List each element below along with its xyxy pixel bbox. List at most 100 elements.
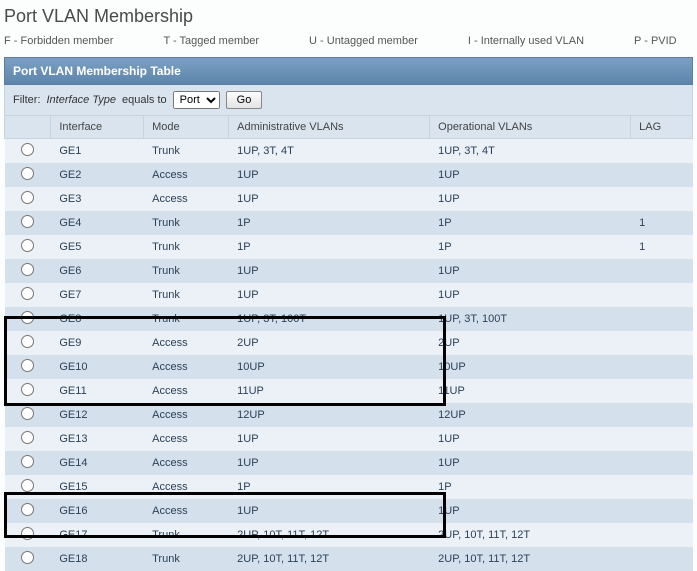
filter-label: Filter: (13, 94, 41, 106)
legend-untagged: U - Untagged member (309, 35, 418, 47)
cell-lag (631, 499, 693, 523)
cell-oper: 2UP, 10T, 11T, 12T (430, 547, 631, 571)
row-select-cell (5, 547, 51, 571)
cell-admin: 2UP, 10T, 11T, 12T (229, 523, 430, 547)
cell-mode: Access (144, 355, 229, 379)
row-select-cell (5, 403, 51, 427)
cell-oper: 1P (430, 235, 631, 259)
cell-mode: Access (144, 379, 229, 403)
cell-lag (631, 187, 693, 211)
row-select-radio[interactable] (21, 551, 34, 564)
cell-interface: GE2 (51, 163, 144, 187)
row-select-radio[interactable] (21, 503, 34, 516)
row-select-radio[interactable] (21, 263, 34, 276)
cell-interface: GE12 (51, 403, 144, 427)
table-row[interactable]: GE11Access11UP11UP (5, 379, 693, 403)
table-row[interactable]: GE3Access1UP1UP (5, 187, 693, 211)
legend-tagged: T - Tagged member (163, 35, 259, 47)
cell-lag (631, 427, 693, 451)
cell-lag (631, 283, 693, 307)
row-select-radio[interactable] (21, 215, 34, 228)
legend-row: F - Forbidden member T - Tagged member U… (0, 35, 697, 57)
cell-lag (631, 355, 693, 379)
cell-mode: Trunk (144, 523, 229, 547)
row-select-cell (5, 499, 51, 523)
row-select-radio[interactable] (21, 143, 34, 156)
col-header-interface: Interface (51, 116, 144, 139)
row-select-radio[interactable] (21, 479, 34, 492)
cell-lag (631, 403, 693, 427)
cell-interface: GE10 (51, 355, 144, 379)
cell-lag: 1 (631, 211, 693, 235)
table-row[interactable]: GE2Access1UP1UP (5, 163, 693, 187)
row-select-radio[interactable] (21, 191, 34, 204)
cell-oper: 2UP (430, 331, 631, 355)
row-select-radio[interactable] (21, 311, 34, 324)
cell-admin: 2UP (229, 331, 430, 355)
cell-interface: GE4 (51, 211, 144, 235)
table-row[interactable]: GE7Trunk1UP1UP (5, 283, 693, 307)
table-row[interactable]: GE8Trunk1UP, 3T, 100T1UP, 3T, 100T (5, 307, 693, 331)
table-row[interactable]: GE13Access1UP1UP (5, 427, 693, 451)
cell-lag (631, 475, 693, 499)
table-row[interactable]: GE15Access1P1P (5, 475, 693, 499)
cell-admin: 1UP (229, 187, 430, 211)
cell-mode: Access (144, 187, 229, 211)
col-header-oper: Operational VLANs (430, 116, 631, 139)
table-row[interactable]: GE18Trunk2UP, 10T, 11T, 12T2UP, 10T, 11T… (5, 547, 693, 571)
cell-mode: Trunk (144, 139, 229, 164)
cell-interface: GE8 (51, 307, 144, 331)
row-select-radio[interactable] (21, 407, 34, 420)
table-row[interactable]: GE9Access2UP2UP (5, 331, 693, 355)
cell-admin: 1P (229, 475, 430, 499)
col-header-lag: LAG (631, 116, 693, 139)
cell-lag: 1 (631, 235, 693, 259)
table-row[interactable]: GE12Access12UP12UP (5, 403, 693, 427)
legend-pvid: P - PVID (634, 35, 677, 47)
row-select-radio[interactable] (21, 335, 34, 348)
cell-mode: Access (144, 163, 229, 187)
cell-admin: 1P (229, 211, 430, 235)
row-select-cell (5, 259, 51, 283)
cell-interface: GE1 (51, 139, 144, 164)
cell-mode: Trunk (144, 211, 229, 235)
table-row[interactable]: GE5Trunk1P1P1 (5, 235, 693, 259)
col-header-select (5, 116, 51, 139)
cell-admin: 1UP (229, 259, 430, 283)
cell-admin: 1UP (229, 499, 430, 523)
cell-oper: 11UP (430, 379, 631, 403)
table-row[interactable]: GE6Trunk1UP1UP (5, 259, 693, 283)
cell-interface: GE11 (51, 379, 144, 403)
row-select-cell (5, 283, 51, 307)
cell-oper: 1UP, 3T, 4T (430, 139, 631, 164)
table-row[interactable]: GE4Trunk1P1P1 (5, 211, 693, 235)
table-row[interactable]: GE10Access10UP10UP (5, 355, 693, 379)
filter-field-label: Interface Type (47, 94, 117, 106)
cell-mode: Access (144, 475, 229, 499)
row-select-radio[interactable] (21, 359, 34, 372)
row-select-radio[interactable] (21, 431, 34, 444)
cell-oper: 1UP (430, 499, 631, 523)
cell-oper: 10UP (430, 355, 631, 379)
row-select-radio[interactable] (21, 527, 34, 540)
cell-mode: Access (144, 331, 229, 355)
cell-mode: Access (144, 451, 229, 475)
cell-admin: 2UP, 10T, 11T, 12T (229, 547, 430, 571)
page-title: Port VLAN Membership (0, 0, 697, 35)
table-row[interactable]: GE1Trunk1UP, 3T, 4T1UP, 3T, 4T (5, 139, 693, 164)
row-select-radio[interactable] (21, 239, 34, 252)
row-select-radio[interactable] (21, 455, 34, 468)
table-row[interactable]: GE17Trunk2UP, 10T, 11T, 12T2UP, 10T, 11T… (5, 523, 693, 547)
table-row[interactable]: GE16Access1UP1UP (5, 499, 693, 523)
cell-admin: 12UP (229, 403, 430, 427)
cell-interface: GE13 (51, 427, 144, 451)
cell-oper: 1UP (430, 163, 631, 187)
cell-mode: Trunk (144, 235, 229, 259)
table-row[interactable]: GE14Access1UP1UP (5, 451, 693, 475)
interface-type-select[interactable]: Port (173, 91, 220, 109)
row-select-radio[interactable] (21, 287, 34, 300)
row-select-radio[interactable] (21, 383, 34, 396)
row-select-radio[interactable] (21, 167, 34, 180)
vlan-table: Interface Mode Administrative VLANs Oper… (4, 115, 693, 571)
go-button[interactable]: Go (226, 91, 263, 109)
